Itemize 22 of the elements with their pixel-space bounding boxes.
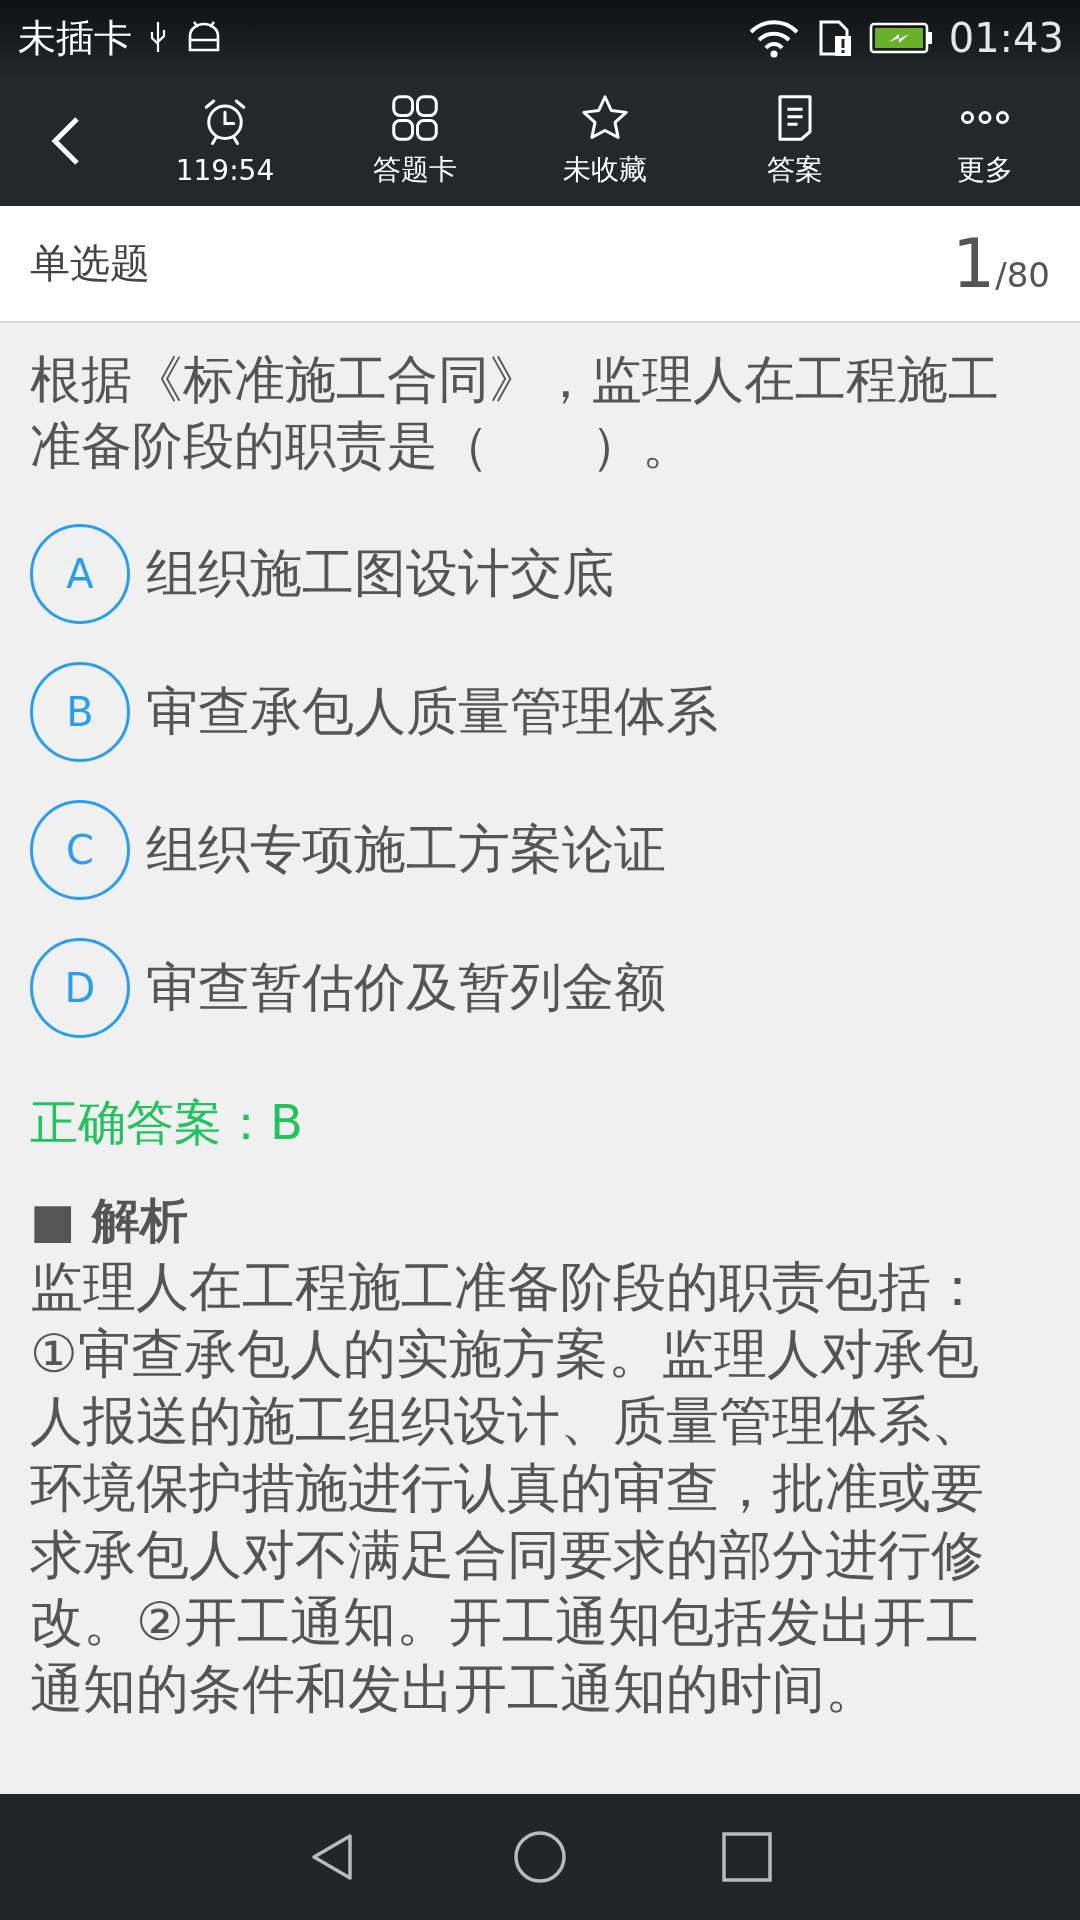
option-text[interactable]: 审查暂估价及暂列金额 — [146, 953, 666, 1023]
option-text[interactable]: 审查承包人质量管理体系 — [146, 677, 718, 747]
toolbar-button[interactable]: 答案 — [700, 93, 890, 189]
question-text: 根据《标准施工合同》，监理人在工程施工准备阶段的职责是（ ）。 — [30, 349, 1000, 477]
toolbar-button[interactable]: 未收藏 — [510, 93, 700, 189]
more-icon — [960, 110, 1010, 125]
correct-answer: 正确答案：B — [30, 1093, 304, 1152]
analysis-text: 监理人在工程施工准备阶段的职责包括：①审查承包人的实施方案。监理人对承包人报送的施工组织设计、质量管理体系、环境保护措施进行认真的审查，批准或要求承包人对不满足合同要求的部分进行修改。②开工通知。开工通知包括发出开工通知的条件和发出开工通知的时间。 — [30, 1255, 985, 1721]
grid-icon — [390, 93, 440, 143]
question-type: 单选题 — [30, 239, 150, 288]
question-number: 1 — [952, 224, 996, 303]
toolbar-button[interactable]: 答题卡 — [320, 93, 510, 189]
analysis-heading: ■ 解析 — [30, 1191, 190, 1250]
option-text[interactable]: 组织专项施工方案论证 — [146, 815, 666, 885]
clock-time: 01:43 — [948, 15, 1064, 61]
recents-icon[interactable] — [719, 1830, 774, 1884]
toolbar-button[interactable]: 更多 — [890, 93, 1080, 189]
option-text[interactable]: 组织施工图设计交底 — [146, 539, 614, 609]
question-total: /80 — [995, 255, 1050, 295]
home-icon[interactable] — [513, 1830, 567, 1884]
toolbar-button[interactable]: 119:54 — [130, 95, 320, 187]
carrier-text: 未插卡 — [18, 14, 132, 62]
